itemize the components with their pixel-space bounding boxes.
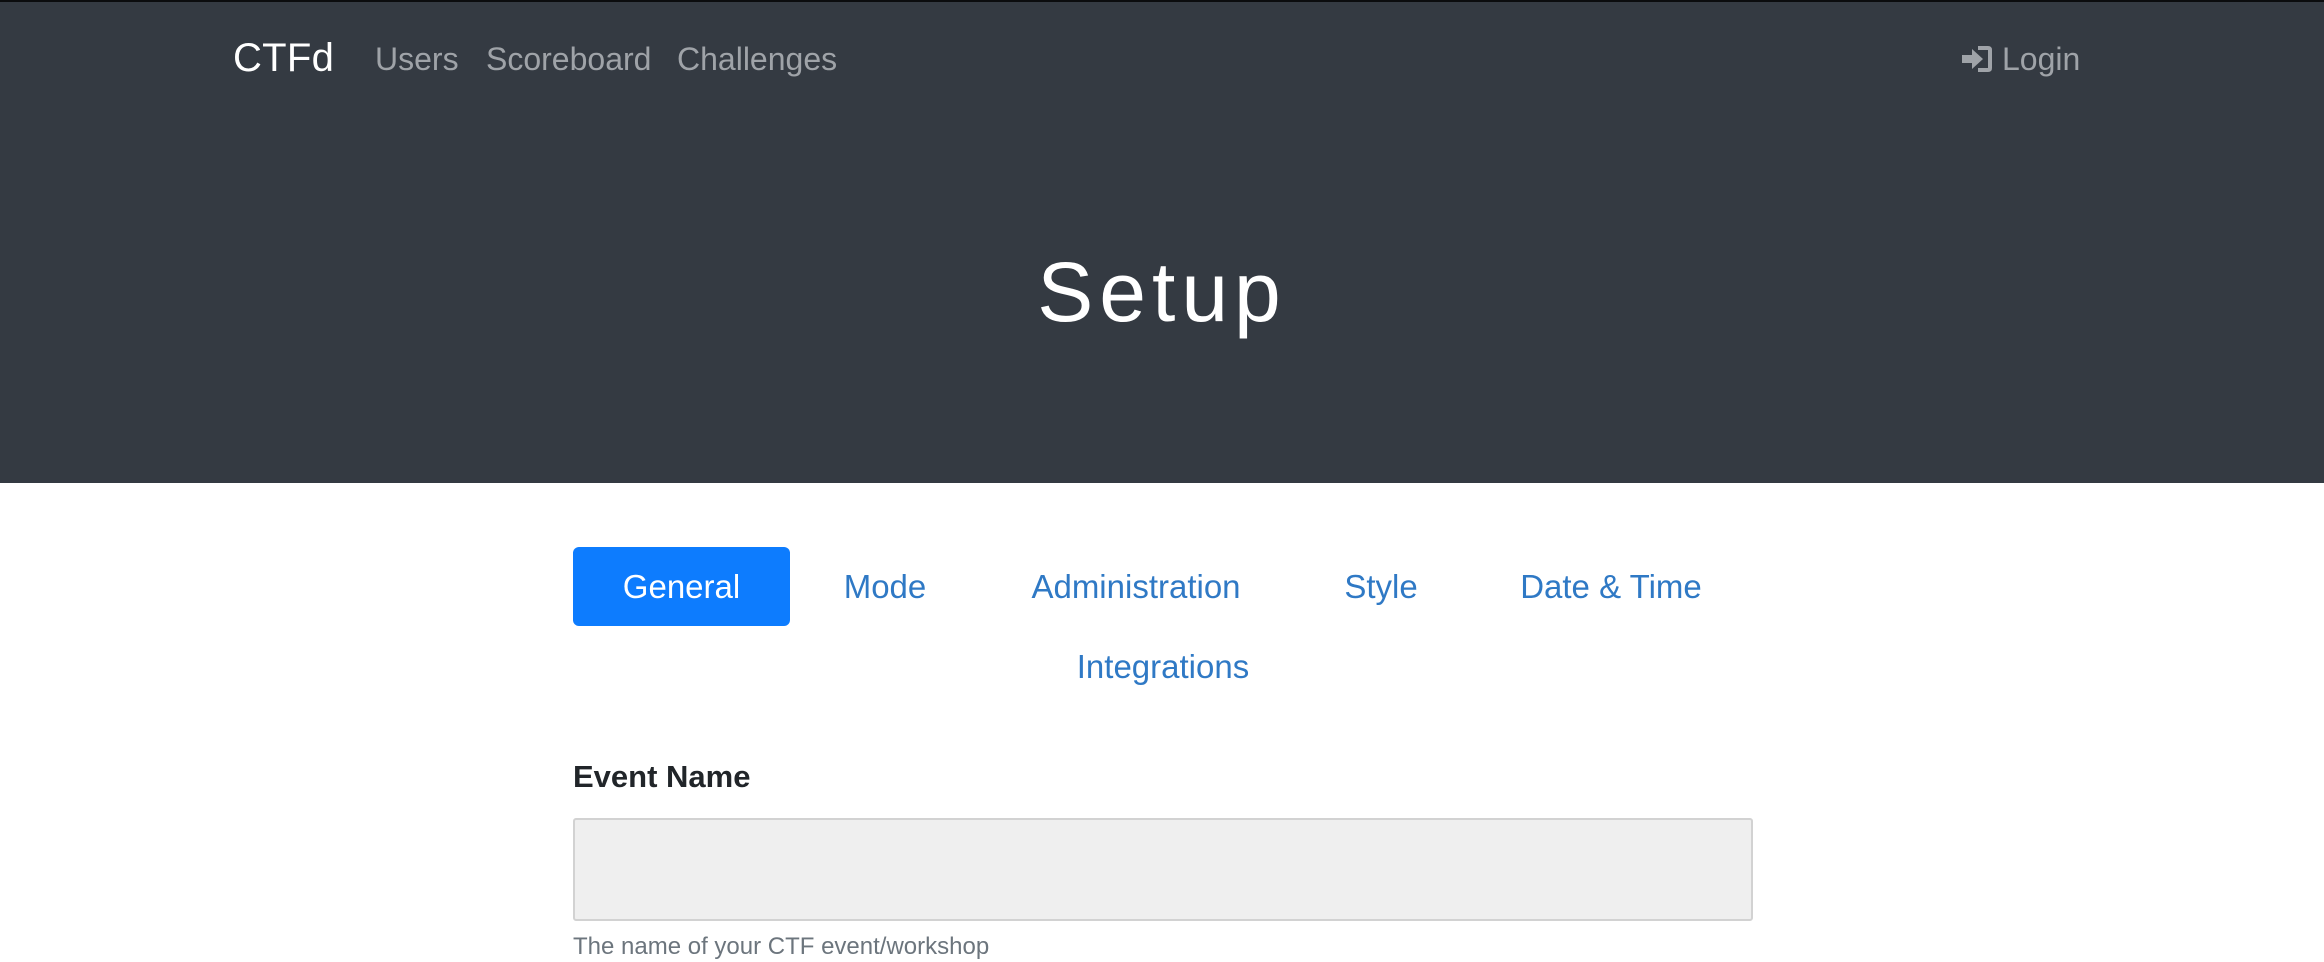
- nav-link-users[interactable]: Users: [375, 39, 459, 79]
- nav-link-scoreboard[interactable]: Scoreboard: [486, 39, 651, 79]
- page-title: Setup: [1037, 245, 1287, 339]
- login-label: Login: [2002, 41, 2081, 77]
- event-name-label: Event Name: [573, 759, 751, 794]
- tab-administration[interactable]: Administration: [1008, 547, 1264, 626]
- event-name-help: The name of your CTF event/workshop: [573, 933, 990, 960]
- tab-general[interactable]: General: [573, 547, 790, 626]
- tab-mode[interactable]: Mode: [820, 547, 950, 626]
- sign-in-icon: [1960, 44, 1994, 74]
- brand-logo[interactable]: CTFd: [233, 33, 334, 83]
- hero-banner: CTFd Users Scoreboard Challenges Login S…: [0, 2, 2324, 483]
- tab-date-time[interactable]: Date & Time: [1502, 547, 1720, 626]
- tab-style[interactable]: Style: [1320, 547, 1442, 626]
- nav-link-challenges[interactable]: Challenges: [677, 39, 837, 79]
- nav-link-login[interactable]: Login: [1960, 39, 2080, 79]
- tab-integrations[interactable]: Integrations: [1063, 627, 1263, 706]
- event-name-input[interactable]: [573, 818, 1753, 921]
